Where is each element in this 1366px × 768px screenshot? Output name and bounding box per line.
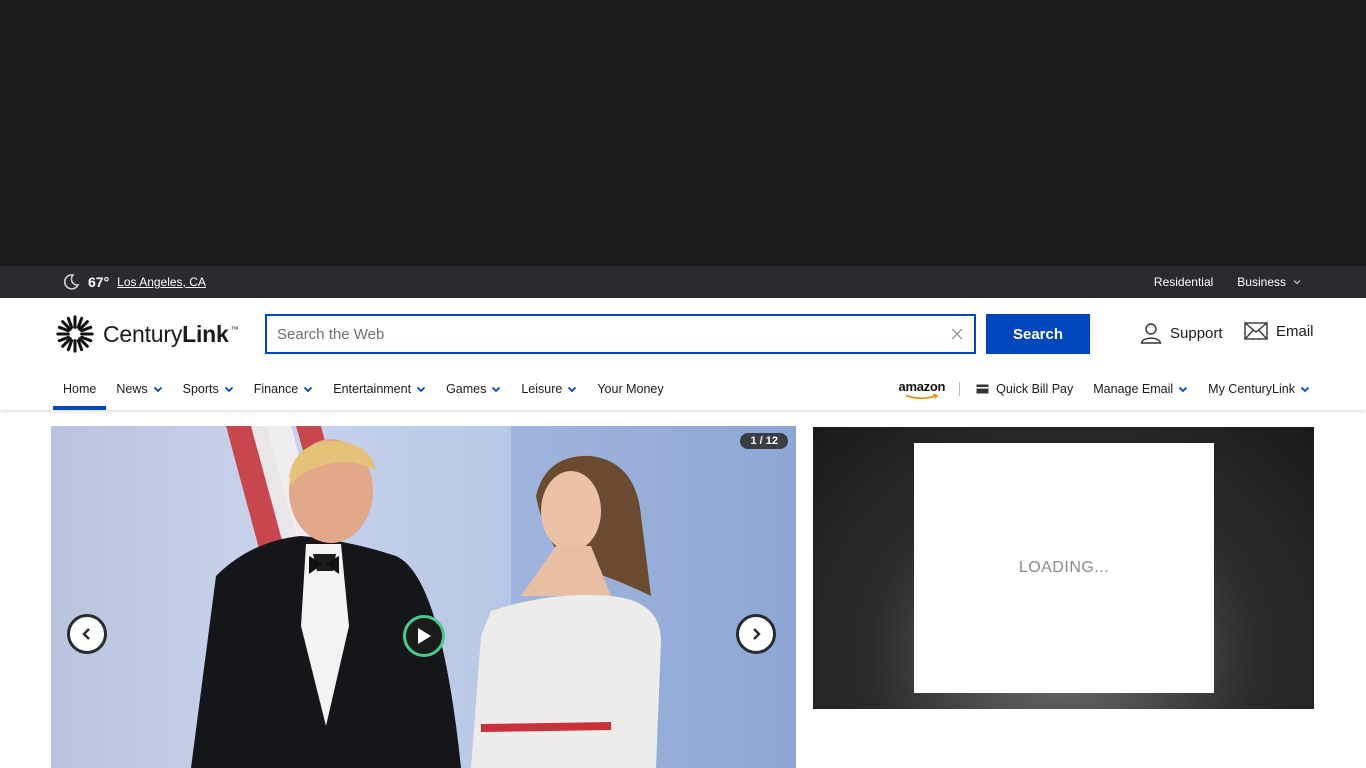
temperature: 67°: [88, 274, 110, 290]
amazon-smile-icon: [905, 393, 939, 399]
user-icon: [1140, 323, 1162, 344]
nav-label: News: [116, 382, 148, 396]
chevron-down-icon: [1179, 386, 1188, 393]
nav-label: Finance: [253, 382, 299, 396]
location-link[interactable]: Los Angeles, CA: [117, 275, 206, 289]
chevron-down-icon: [153, 386, 162, 393]
chevron-down-icon: [1293, 279, 1301, 285]
logo-trademark: ™: [230, 324, 239, 334]
quick-bill-pay-label: Quick Bill Pay: [996, 382, 1074, 396]
close-icon[interactable]: [950, 327, 964, 341]
play-icon: [418, 628, 431, 644]
hero-slideshow[interactable]: 1 / 12: [51, 426, 796, 768]
search-button[interactable]: Search: [986, 314, 1090, 354]
manage-email-label: Manage Email: [1093, 382, 1174, 396]
amazon-wordmark: amazon: [898, 378, 946, 394]
nav-item-games[interactable]: Games: [436, 368, 511, 410]
residential-label: Residential: [1153, 275, 1214, 289]
logo-wordmark: CenturyLink ™: [103, 320, 239, 348]
loading-text: LOADING...: [1018, 559, 1110, 576]
secondary-nav: amazon Quick Bill Pay Manage Email My Ce…: [899, 368, 1310, 410]
nav-item-leisure[interactable]: Leisure: [511, 368, 587, 410]
chevron-down-icon: [416, 386, 426, 393]
search-input[interactable]: [267, 316, 950, 352]
amazon-link[interactable]: amazon: [898, 378, 946, 400]
nav-label: Leisure: [521, 382, 563, 396]
my-centurylink-label: My CenturyLink: [1208, 382, 1295, 396]
logo-text-light: Century: [103, 320, 183, 347]
my-centurylink-menu[interactable]: My CenturyLink: [1208, 382, 1310, 396]
nav-item-home[interactable]: Home: [53, 368, 107, 410]
chevron-down-icon: [568, 386, 577, 393]
utility-links: Residential Business: [1130, 266, 1302, 298]
nav-label: Home: [63, 382, 97, 396]
email-link[interactable]: Email: [1244, 322, 1314, 340]
side-advertisement[interactable]: LOADING...: [813, 427, 1314, 709]
nav-item-finance[interactable]: Finance: [244, 368, 323, 410]
hero-photo: [191, 426, 796, 768]
nav-label: Entertainment: [333, 382, 412, 396]
nav-label: Games: [446, 382, 487, 396]
chevron-down-icon: [492, 386, 501, 393]
nav-label: Your Money: [597, 382, 664, 396]
logo-text-bold: Link: [182, 320, 229, 347]
utility-bar: 67° Los Angeles, CA Residential Business: [0, 266, 1366, 298]
nav-item-your-money[interactable]: Your Money: [587, 368, 673, 410]
credit-card-icon: [976, 384, 989, 394]
nav-item-sports[interactable]: Sports: [173, 368, 244, 410]
chevron-down-icon: [224, 386, 233, 393]
play-button[interactable]: [403, 615, 445, 657]
main-nav: Home News Sports Finance Entertainment G…: [53, 368, 674, 410]
residential-link[interactable]: Residential: [1154, 275, 1213, 289]
email-label: Email: [1276, 322, 1314, 340]
centurylink-sunburst-icon: [56, 315, 94, 353]
quick-bill-pay-link[interactable]: Quick Bill Pay: [976, 382, 1073, 396]
chevron-down-icon: [1300, 386, 1310, 393]
support-link[interactable]: Support: [1140, 322, 1223, 344]
previous-slide-button[interactable]: [67, 614, 107, 654]
chevron-right-icon: [753, 628, 761, 640]
site-header: CenturyLink™ Search Support Email Home N…: [0, 298, 1366, 410]
centurylink-logo[interactable]: CenturyLink ™: [56, 314, 239, 354]
support-label: Support: [1170, 324, 1223, 342]
moon-icon: [63, 274, 80, 290]
next-slide-button[interactable]: [736, 614, 776, 654]
search-box: [265, 314, 976, 354]
slide-counter: 1 / 12: [740, 433, 788, 449]
nav-item-news[interactable]: News: [106, 368, 172, 410]
chevron-down-icon: [304, 386, 313, 393]
nav-item-entertainment[interactable]: Entertainment: [323, 368, 436, 410]
chevron-left-icon: [82, 628, 90, 640]
envelope-icon: [1244, 322, 1268, 340]
manage-email-menu[interactable]: Manage Email: [1093, 382, 1188, 396]
business-label: Business: [1237, 275, 1286, 289]
business-menu[interactable]: Business: [1237, 275, 1302, 289]
top-advertisement[interactable]: [0, 0, 1366, 266]
weather-widget[interactable]: 67° Los Angeles, CA: [62, 266, 206, 298]
nav-label: Sports: [182, 382, 219, 396]
nav-divider: [959, 382, 961, 396]
ad-loading-panel: LOADING...: [914, 443, 1214, 693]
